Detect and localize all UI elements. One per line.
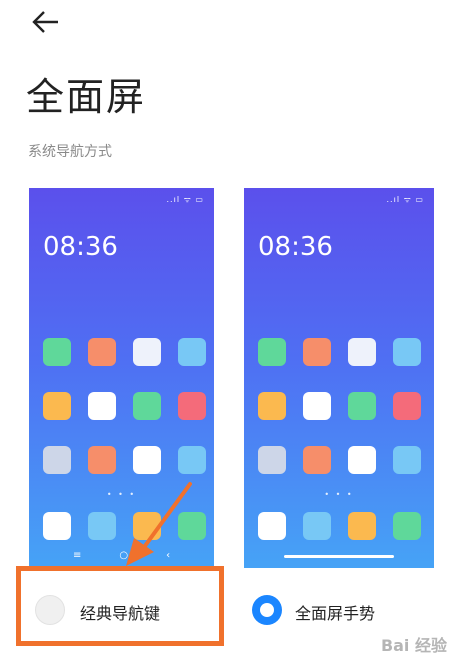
app-icon <box>393 338 421 366</box>
clock: 08:36 <box>258 232 333 262</box>
app-icon <box>348 338 376 366</box>
app-icon <box>88 392 116 420</box>
app-icon <box>178 338 206 366</box>
app-icon <box>258 338 286 366</box>
app-grid <box>244 338 434 474</box>
app-icon <box>88 338 116 366</box>
watermark: Bai 经验 <box>380 636 447 655</box>
app-icon <box>178 392 206 420</box>
gesture-nav-label[interactable]: 全面屏手势 <box>295 600 375 624</box>
app-icon <box>303 338 331 366</box>
app-icon <box>303 392 331 420</box>
menu-icon: ≡ <box>72 549 82 561</box>
section-subtitle: 系统导航方式 <box>28 144 112 160</box>
radio-dot <box>260 603 274 617</box>
app-grid <box>29 338 214 474</box>
classic-nav-label[interactable]: 经典导航键 <box>80 600 160 624</box>
dock-app-icon <box>348 512 376 540</box>
status-bar: ..ıl ᯤ ▭ <box>166 195 204 204</box>
app-icon <box>88 446 116 474</box>
gesture-nav-radio[interactable] <box>252 595 282 625</box>
app-icon <box>133 446 161 474</box>
app-icon <box>43 392 71 420</box>
clock: 08:36 <box>43 232 118 262</box>
app-icon <box>178 446 206 474</box>
dock <box>244 512 434 540</box>
app-icon <box>43 446 71 474</box>
app-icon <box>348 392 376 420</box>
app-icon <box>133 392 161 420</box>
app-icon <box>348 446 376 474</box>
app-icon <box>393 446 421 474</box>
gesture-nav-preview[interactable]: ..ıl ᯤ ▭ 08:36 • • • <box>244 188 434 568</box>
dock-app-icon <box>303 512 331 540</box>
app-icon <box>258 446 286 474</box>
app-icon <box>133 338 161 366</box>
page-title: 全面屏 <box>26 75 147 119</box>
classic-nav-radio[interactable] <box>35 595 65 625</box>
status-bar: ..ıl ᯤ ▭ <box>386 195 424 204</box>
arrow-left-icon[interactable] <box>30 8 62 36</box>
dock-app-icon <box>258 512 286 540</box>
app-icon <box>393 392 421 420</box>
gesture-bar <box>284 555 394 558</box>
dock-app-icon <box>88 512 116 540</box>
app-icon <box>43 338 71 366</box>
dock-app-icon <box>393 512 421 540</box>
page-dots: • • • <box>324 490 354 499</box>
app-icon <box>258 392 286 420</box>
annotation-arrow-icon <box>126 482 192 566</box>
app-icon <box>303 446 331 474</box>
dock-app-icon <box>43 512 71 540</box>
